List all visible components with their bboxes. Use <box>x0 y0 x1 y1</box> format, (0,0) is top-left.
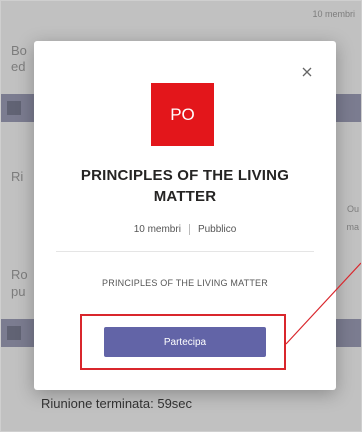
annotation-line <box>285 262 361 345</box>
app-window: 10 membri Bo ed Ri Ou ma Ro pu Riunione … <box>0 0 362 432</box>
